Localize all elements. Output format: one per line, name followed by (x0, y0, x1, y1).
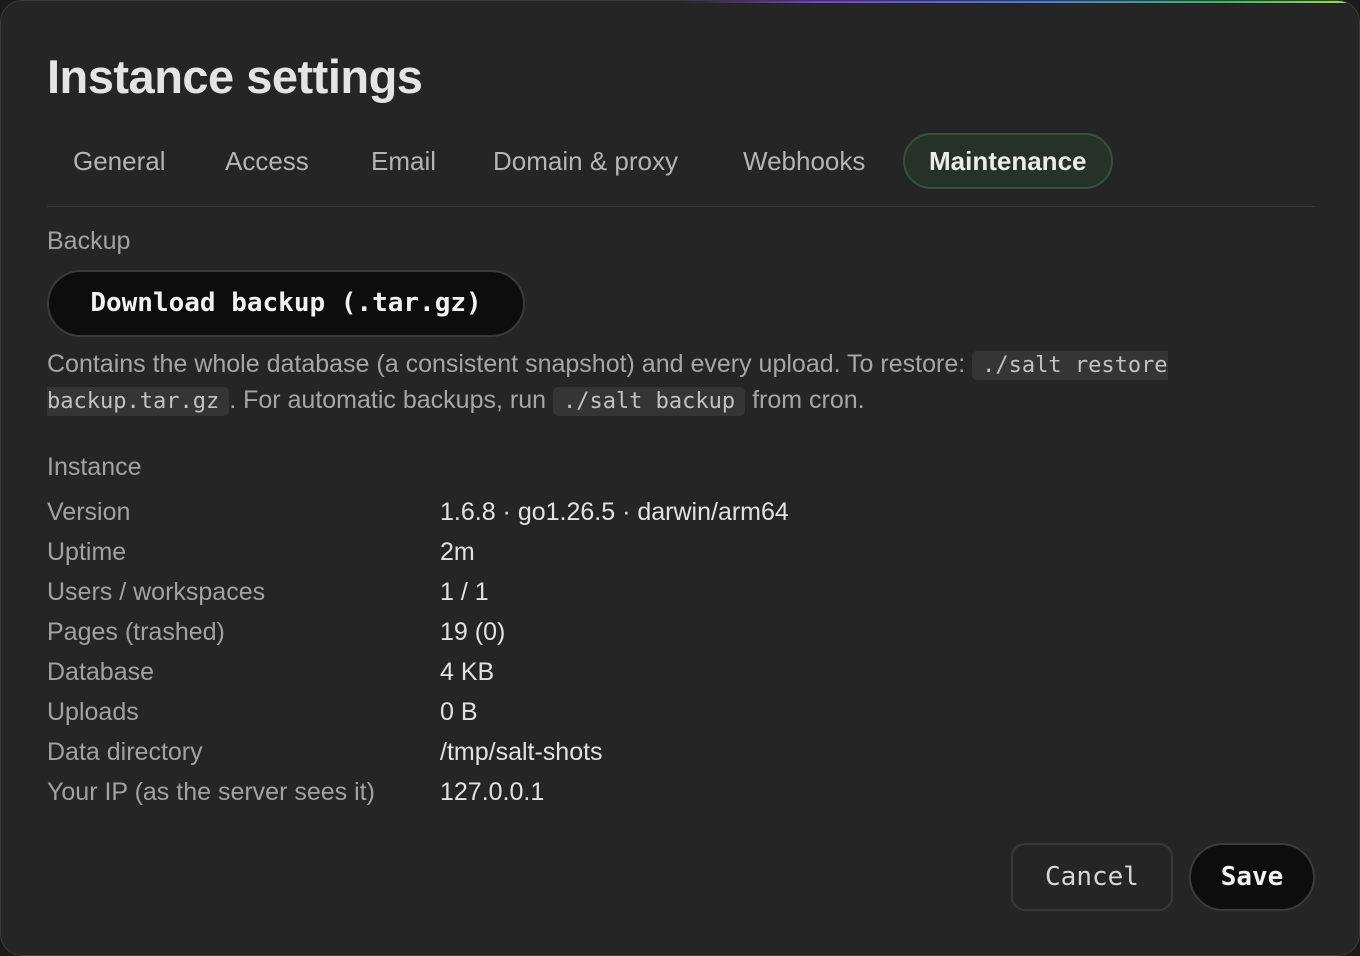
backup-description: Contains the whole database (a consisten… (47, 347, 1297, 419)
backup-description-text: . For automatic backups, run (229, 386, 553, 414)
tab-domain-proxy[interactable]: Domain & proxy (493, 133, 678, 189)
info-value: /tmp/salt-shots (440, 738, 603, 766)
info-label: Users / workspaces (47, 578, 266, 606)
backup-description-text: Contains the whole database (a consisten… (47, 350, 973, 378)
info-row-data-directory: Data directory /tmp/salt-shots (47, 732, 1047, 772)
tab-bar: General Access Email Domain & proxy Webh… (47, 133, 1315, 207)
settings-dialog: Instance settings General Access Email D… (0, 0, 1360, 956)
backup-command: ./salt backup (552, 387, 746, 416)
info-label: Your IP (as the server sees it) (47, 778, 375, 806)
download-backup-button[interactable]: Download backup (.tar.gz) (47, 270, 525, 337)
tab-email[interactable]: Email (371, 133, 436, 189)
info-value: 19 (0) (440, 618, 506, 646)
info-row-pages: Pages (trashed) 19 (0) (47, 612, 1047, 652)
info-value: 0 B (440, 698, 478, 726)
info-label: Database (47, 658, 155, 686)
info-row-version: Version 1.6.8 · go1.26.5 · darwin/arm64 (47, 492, 1047, 532)
info-value: 4 KB (440, 658, 495, 686)
cancel-button[interactable]: Cancel (1011, 843, 1173, 911)
info-row-uploads: Uploads 0 B (47, 692, 1047, 732)
info-label: Uploads (47, 698, 139, 726)
info-row-uptime: Uptime 2m (47, 532, 1047, 572)
info-label: Uptime (47, 538, 127, 566)
info-value: 1.6.8 · go1.26.5 · darwin/arm64 (440, 498, 789, 526)
info-label: Version (47, 498, 131, 526)
tab-webhooks[interactable]: Webhooks (743, 133, 865, 189)
backup-section-label: Backup (47, 227, 131, 255)
info-value: 1 / 1 (440, 578, 489, 606)
accent-gradient-line (681, 1, 1359, 3)
info-row-your-ip: Your IP (as the server sees it) 127.0.0.… (47, 772, 1047, 812)
info-value: 127.0.0.1 (440, 778, 545, 806)
info-value: 2m (440, 538, 475, 566)
info-label: Data directory (47, 738, 203, 766)
info-row-database: Database 4 KB (47, 652, 1047, 692)
backup-description-text: from cron. (745, 386, 865, 414)
tab-general[interactable]: General (73, 133, 166, 189)
save-button[interactable]: Save (1189, 843, 1315, 911)
info-label: Pages (trashed) (47, 618, 225, 646)
tab-access[interactable]: Access (225, 133, 309, 189)
tab-maintenance[interactable]: Maintenance (903, 133, 1113, 189)
instance-section-label: Instance (47, 453, 142, 481)
info-row-users-workspaces: Users / workspaces 1 / 1 (47, 572, 1047, 612)
page-title: Instance settings (47, 50, 423, 103)
